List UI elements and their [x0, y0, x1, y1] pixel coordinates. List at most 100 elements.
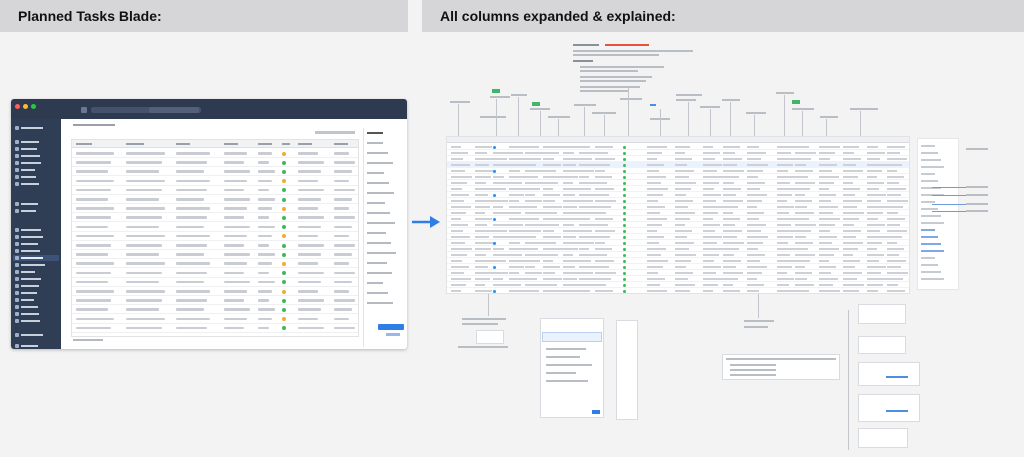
list-icon [15, 277, 19, 281]
sidebar-item[interactable] [15, 241, 38, 247]
sidebar-item[interactable] [15, 248, 40, 254]
table-row[interactable] [72, 177, 358, 186]
column-option[interactable] [921, 278, 944, 280]
column-option[interactable] [367, 262, 387, 264]
column-option[interactable] [921, 271, 941, 273]
column-option[interactable] [921, 264, 938, 266]
column-option[interactable] [367, 292, 388, 294]
column-option[interactable] [367, 182, 389, 184]
column-option[interactable] [921, 243, 941, 245]
table-row[interactable] [72, 167, 358, 177]
cell [595, 248, 612, 250]
table-row[interactable] [72, 213, 358, 223]
table-row[interactable] [72, 149, 358, 158]
sidebar-item[interactable] [15, 139, 39, 145]
sidebar-item[interactable] [15, 318, 40, 324]
sidebar-item[interactable] [15, 208, 36, 214]
sidebar-item[interactable] [15, 167, 35, 173]
column-option[interactable] [367, 202, 385, 204]
sidebar-item[interactable] [15, 332, 43, 338]
menu-icon[interactable] [81, 107, 87, 113]
column-option[interactable] [921, 229, 935, 231]
sidebar-item[interactable] [15, 276, 41, 282]
table-row[interactable] [72, 241, 358, 250]
column-option[interactable] [367, 162, 393, 164]
cell [224, 198, 250, 201]
column-option[interactable] [921, 222, 944, 224]
column-option[interactable] [921, 250, 944, 252]
table-row[interactable] [72, 296, 358, 306]
sidebar-item[interactable] [15, 160, 41, 166]
minimize-dot-icon[interactable] [23, 104, 28, 109]
cell [298, 299, 324, 302]
column-option[interactable] [367, 282, 383, 284]
cell [747, 236, 768, 238]
column-option[interactable] [921, 145, 935, 147]
cell [563, 176, 578, 178]
column-option[interactable] [921, 180, 938, 182]
table-row[interactable] [72, 324, 358, 333]
column-option[interactable] [921, 166, 944, 168]
sidebar-item[interactable] [15, 283, 39, 289]
sidebar-item[interactable] [15, 201, 38, 207]
sidebar-item[interactable] [15, 181, 39, 187]
table-row[interactable] [72, 204, 358, 214]
sidebar-item[interactable] [15, 262, 45, 268]
sidebar-item-planned-tasks[interactable] [13, 255, 59, 261]
column-option[interactable] [367, 192, 394, 194]
sidebar-item[interactable] [15, 311, 39, 317]
sidebar-item[interactable] [15, 234, 43, 240]
column-option[interactable] [367, 272, 392, 274]
apply-button[interactable] [378, 324, 404, 330]
column-option[interactable] [367, 302, 393, 304]
sidebar-item[interactable] [15, 343, 38, 349]
table-row[interactable] [72, 250, 358, 260]
column-option[interactable] [367, 222, 395, 224]
column-option[interactable] [367, 152, 388, 154]
sidebar-item[interactable] [15, 290, 37, 296]
table-row[interactable] [72, 232, 358, 241]
table-row[interactable] [72, 259, 358, 269]
sidebar-item[interactable] [15, 153, 40, 159]
column-option[interactable] [921, 257, 935, 259]
grid-toolbar[interactable] [315, 131, 355, 134]
sidebar-item[interactable] [15, 146, 37, 152]
column-option[interactable] [921, 208, 938, 210]
column-option[interactable] [921, 152, 938, 154]
sidebar-item[interactable] [15, 304, 38, 310]
column-option[interactable] [921, 201, 935, 203]
column-option[interactable] [921, 215, 941, 217]
table-row[interactable] [72, 278, 358, 287]
sidebar-item[interactable] [15, 269, 35, 275]
sidebar-item[interactable] [15, 227, 41, 233]
sidebar-item[interactable] [15, 125, 43, 131]
sidebar-item[interactable] [15, 297, 34, 303]
cell [475, 272, 495, 274]
column-option[interactable] [921, 173, 935, 175]
toolbar-button[interactable] [149, 107, 199, 113]
column-option[interactable] [367, 252, 396, 254]
table-row[interactable] [72, 158, 358, 168]
cell [451, 224, 468, 226]
table-row[interactable] [72, 186, 358, 195]
table-row[interactable] [72, 287, 358, 296]
cancel-link[interactable] [386, 333, 400, 336]
sidebar-item[interactable] [15, 174, 36, 180]
table-row[interactable] [447, 288, 909, 293]
maximize-dot-icon[interactable] [31, 104, 36, 109]
close-dot-icon[interactable] [15, 104, 20, 109]
column-option[interactable] [367, 142, 383, 144]
table-row[interactable] [72, 315, 358, 324]
column-option[interactable] [921, 236, 938, 238]
column-option[interactable] [367, 212, 390, 214]
column-option[interactable] [367, 172, 384, 174]
table-row[interactable] [72, 195, 358, 204]
cell [623, 223, 626, 227]
table-row[interactable] [72, 305, 358, 315]
column-option[interactable] [921, 159, 941, 161]
column-option[interactable] [367, 242, 391, 244]
table-row[interactable] [72, 223, 358, 232]
dropdown-chevron-icon[interactable] [109, 124, 115, 126]
column-option[interactable] [367, 232, 386, 234]
table-row[interactable] [72, 269, 358, 278]
